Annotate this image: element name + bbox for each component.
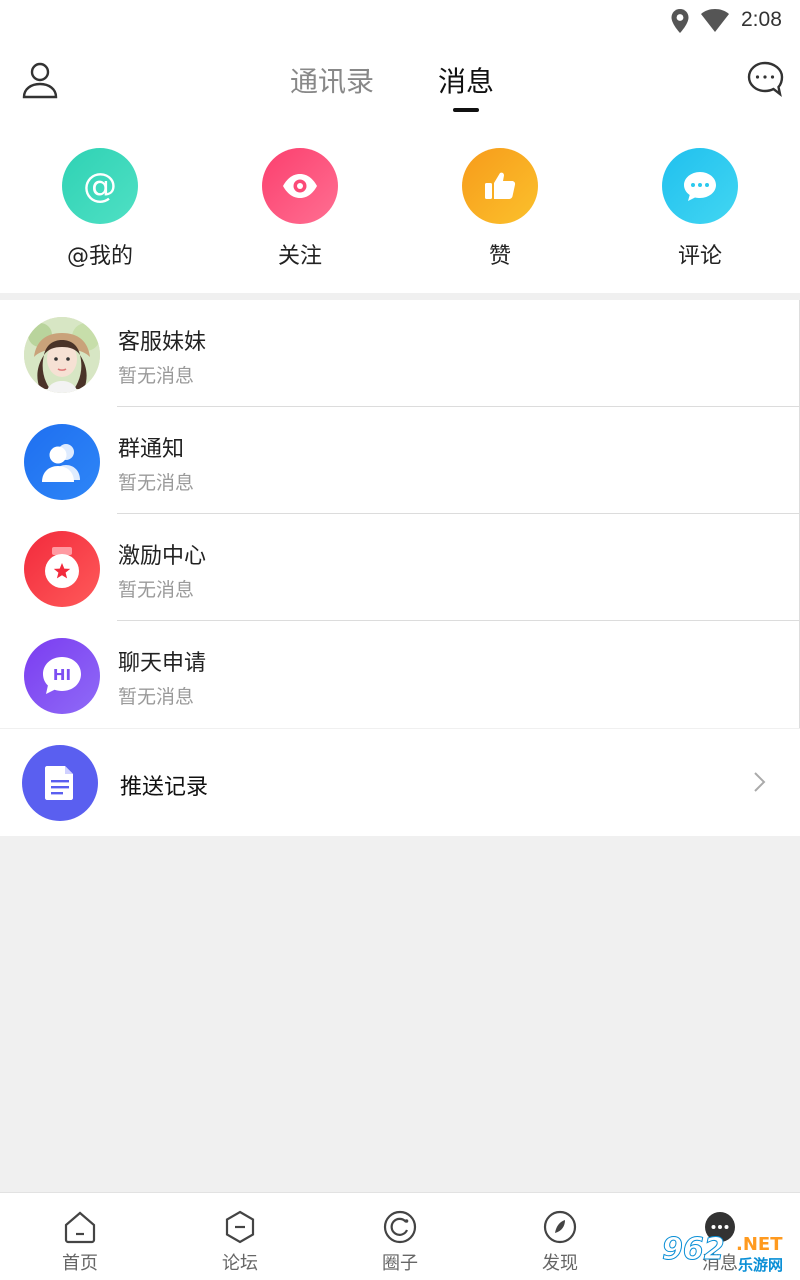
avatar-photo [24, 317, 100, 393]
list-item-title: 群通知 [118, 437, 185, 462]
tab-messages[interactable]: 消息 [438, 60, 494, 100]
list-item-chat-request[interactable]: HI 聊天申请 暂无消息 [0, 621, 800, 728]
list-item-subtitle: 暂无消息 [118, 686, 195, 708]
group-icon [24, 424, 100, 500]
list-item-incentive-center[interactable]: 激励中心 暂无消息 [0, 514, 800, 621]
quick-action-at-me[interactable]: @ @我的 [40, 148, 160, 270]
quick-action-label: 关注 [277, 244, 322, 269]
top-header: 通讯录 消息 [0, 44, 800, 124]
watermark-site: 乐游网 [738, 1256, 784, 1274]
push-record-row[interactable]: 推送记录 [0, 729, 800, 836]
quick-action-comment[interactable]: 评论 [640, 148, 760, 270]
nav-label: 圈子 [382, 1253, 418, 1274]
push-record-title: 推送记录 [120, 775, 209, 800]
forum-icon [160, 1207, 320, 1247]
user-icon[interactable] [20, 60, 60, 100]
site-watermark: 962 .NET 乐游网 [662, 1232, 794, 1276]
chevron-right-icon [752, 771, 766, 797]
list-item-subtitle: 暂无消息 [118, 472, 195, 494]
list-item-subtitle: 暂无消息 [118, 365, 195, 387]
thumbs-up-icon [462, 148, 538, 224]
nav-forum[interactable]: 论坛 [160, 1207, 320, 1275]
nav-discover[interactable]: 发现 [480, 1207, 640, 1275]
discover-icon [480, 1207, 640, 1247]
active-tab-indicator [453, 108, 479, 112]
list-item-group-notice[interactable]: 群通知 暂无消息 [0, 407, 800, 514]
list-item-subtitle: 暂无消息 [118, 579, 195, 601]
nav-label: 首页 [62, 1253, 98, 1274]
quick-actions: @ @我的 关注 赞 评论 [0, 124, 800, 293]
nav-label: 发现 [542, 1253, 578, 1274]
location-icon [670, 8, 690, 38]
status-bar: 2:08 [0, 0, 800, 44]
status-time: 2:08 [741, 8, 782, 31]
list-item-customer-service[interactable]: 客服妹妹 暂无消息 [0, 300, 800, 407]
svg-text:@: @ [83, 166, 117, 206]
hi-chat-icon: HI [24, 638, 100, 714]
tab-contacts[interactable]: 通讯录 [290, 60, 374, 100]
home-icon [0, 1207, 160, 1247]
comment-icon [662, 148, 738, 224]
list-item-title: 聊天申请 [118, 651, 207, 676]
quick-action-label: @我的 [66, 244, 133, 269]
nav-circle[interactable]: 圈子 [320, 1207, 480, 1275]
circle-icon [320, 1207, 480, 1247]
list-item-title: 客服妹妹 [118, 330, 207, 355]
wifi-icon [700, 8, 730, 38]
message-list: 客服妹妹 暂无消息 群通知 暂无消息 激励中心 暂无消息 HI 聊天申请 暂无消… [0, 300, 800, 728]
quick-action-label: 赞 [488, 244, 511, 269]
nav-label: 论坛 [222, 1253, 258, 1274]
watermark-number: 962 [662, 1232, 726, 1268]
eye-icon [262, 148, 338, 224]
medal-icon [24, 531, 100, 607]
quick-action-like[interactable]: 赞 [440, 148, 560, 270]
chat-bubble-icon[interactable] [746, 60, 784, 98]
list-item-title: 激励中心 [118, 544, 207, 569]
at-icon: @ [62, 148, 138, 224]
quick-action-label: 评论 [677, 244, 722, 269]
quick-action-follow[interactable]: 关注 [240, 148, 360, 270]
svg-text:HI: HI [53, 666, 71, 684]
document-icon [22, 745, 98, 821]
watermark-net: .NET [736, 1234, 783, 1255]
nav-home[interactable]: 首页 [0, 1207, 160, 1275]
